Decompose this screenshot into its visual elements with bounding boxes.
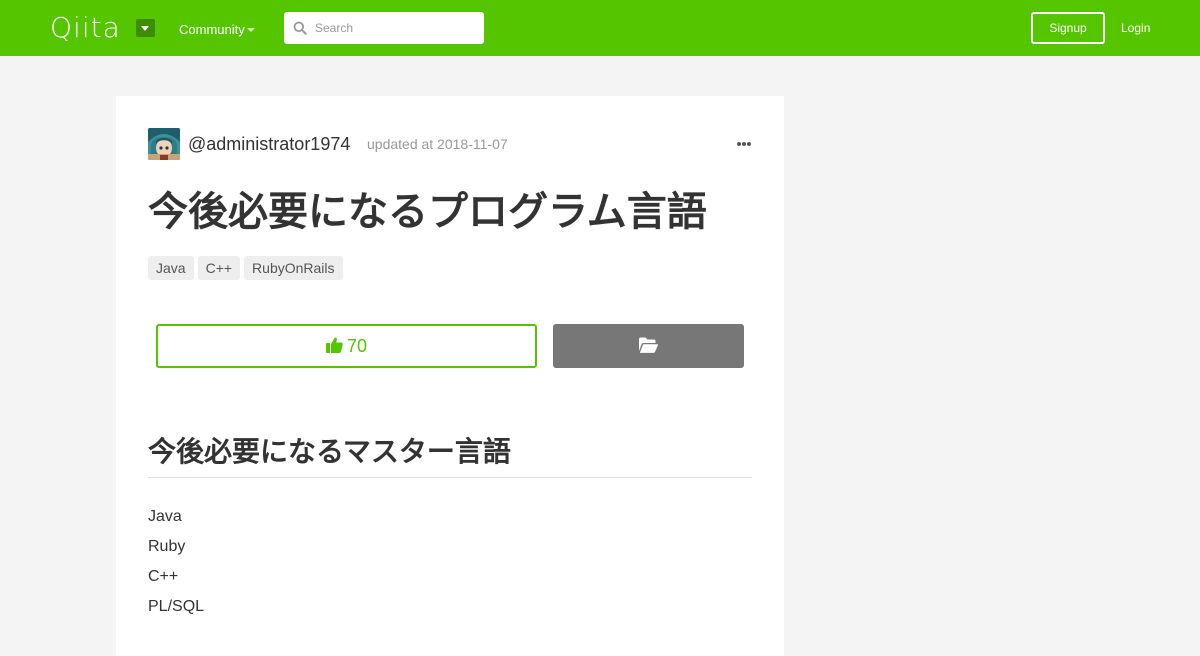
thumbs-up-icon	[325, 337, 343, 353]
community-menu[interactable]: Community	[179, 20, 245, 40]
logo-menu-chevron-down-icon[interactable]	[136, 19, 155, 37]
folder-open-icon	[639, 337, 658, 353]
tag-java[interactable]: Java	[148, 256, 194, 280]
stock-button[interactable]	[553, 324, 744, 368]
list-item: Java	[148, 508, 182, 525]
header-bar: Qiita Community Signup Login	[0, 0, 1200, 56]
tag-rubyonrails[interactable]: RubyOnRails	[244, 256, 343, 280]
signup-button[interactable]: Signup	[1031, 12, 1105, 44]
article-card: @administrator1974 updated at 2018-11-07…	[116, 96, 784, 656]
search-input[interactable]	[315, 12, 475, 44]
tag-cpp[interactable]: C++	[197, 256, 241, 280]
search-icon	[293, 21, 307, 35]
author-name[interactable]: @administrator1974	[188, 133, 350, 155]
avatar-image	[148, 128, 180, 160]
language-list: Java Ruby C++ PL/SQL	[148, 502, 204, 622]
section-heading: 今後必要になるマスター言語	[148, 436, 511, 467]
article-title: 今後必要になるプログラム言語	[148, 190, 707, 234]
login-link[interactable]: Login	[1121, 18, 1150, 38]
avatar[interactable]	[148, 128, 180, 160]
updated-date: updated at 2018-11-07	[367, 136, 508, 152]
tag-list: Java C++ RubyOnRails	[148, 256, 347, 280]
list-item: C++	[148, 568, 179, 585]
heading-divider	[148, 477, 752, 478]
search-box[interactable]	[284, 12, 484, 44]
more-icon[interactable]	[736, 141, 752, 147]
list-item: Ruby	[148, 538, 186, 555]
community-chevron-down-icon[interactable]	[247, 28, 255, 32]
like-button[interactable]: 70	[156, 324, 537, 368]
list-item: PL/SQL	[148, 598, 205, 615]
like-count: 70	[346, 336, 368, 356]
qiita-logo[interactable]: Qiita	[50, 13, 121, 43]
